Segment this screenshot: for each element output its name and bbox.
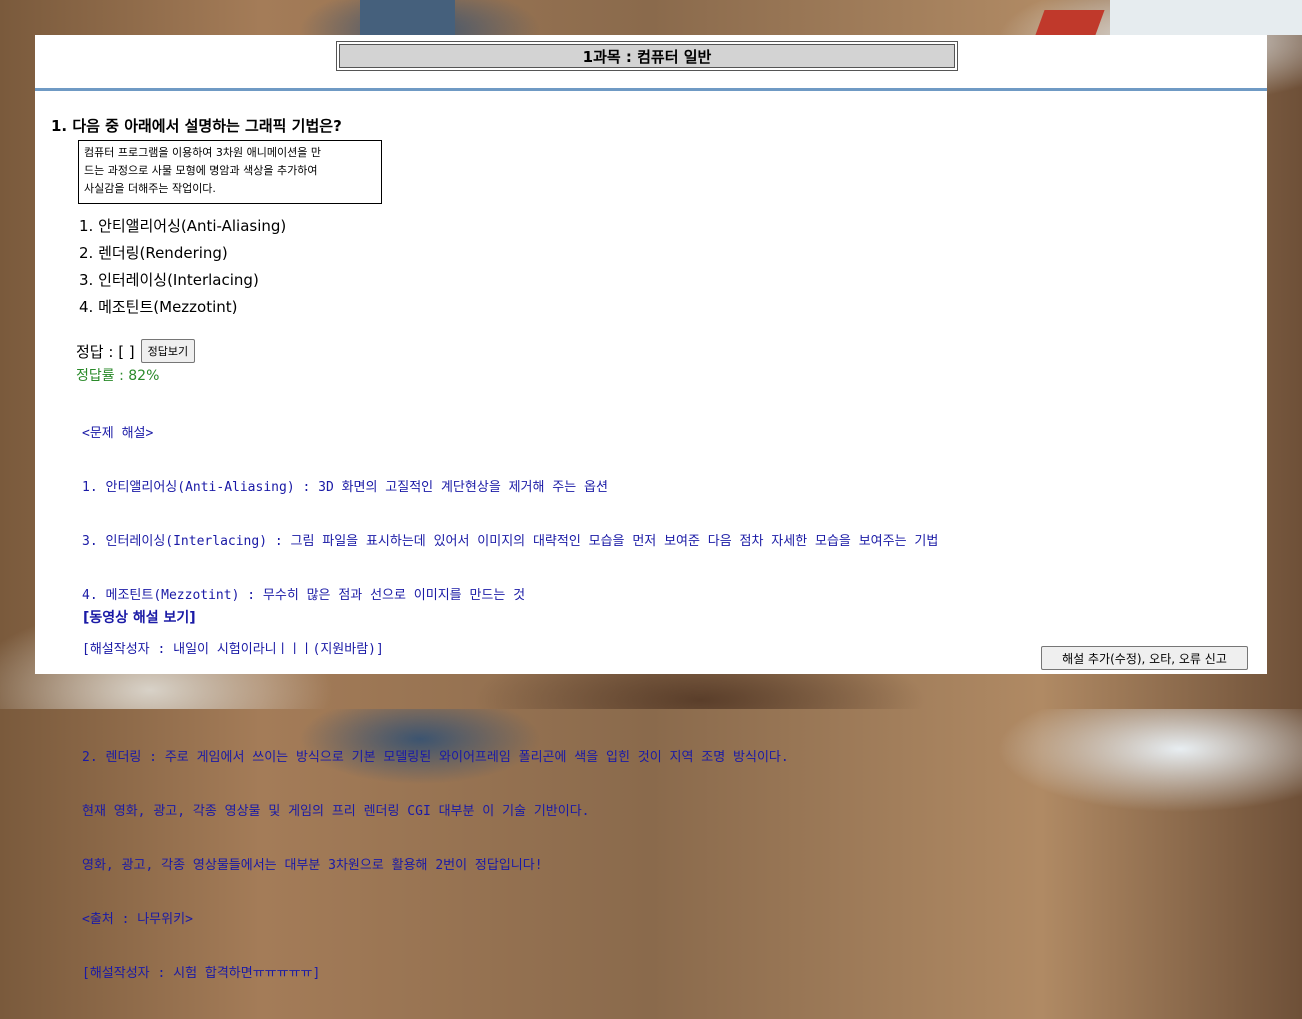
show-answer-button[interactable]: 정답보기 bbox=[140, 339, 196, 363]
background-light-object bbox=[1110, 0, 1302, 35]
explanation-line: 2. 렌더링 : 주로 게임에서 쓰이는 방식으로 기본 모델링된 와이어프레임… bbox=[82, 750, 789, 765]
video-explanation-link[interactable]: [동영상 해설 보기] bbox=[83, 607, 196, 627]
choice-3: 3. 인터레이싱(Interlacing) bbox=[79, 271, 259, 289]
background-blue-object bbox=[360, 0, 455, 35]
explanation-heading: <문제 해설> bbox=[82, 426, 154, 441]
explanation-block: <문제 해설> 1. 안티앨리어싱(Anti-Aliasing) : 3D 화면… bbox=[82, 389, 938, 1019]
background-red-object bbox=[1035, 10, 1105, 35]
passage-line: 드는 과정으로 사물 모형에 명암과 색상을 추가하여 bbox=[84, 164, 318, 177]
subject-title-frame: 1과목 : 컴퓨터 일반 bbox=[336, 41, 958, 71]
explanation-line: 현재 영화, 광고, 각종 영상물 및 게임의 프리 렌더링 CGI 대부분 이… bbox=[82, 804, 590, 819]
question-text: 1. 다음 중 아래에서 설명하는 그래픽 기법은? bbox=[51, 117, 342, 135]
passage-line: 사실감을 더해주는 작업이다. bbox=[84, 182, 216, 195]
choice-4: 4. 메조틴트(Mezzotint) bbox=[79, 298, 238, 316]
answer-row: 정답 : [ ] 정답보기 bbox=[76, 339, 196, 363]
report-error-button[interactable]: 해설 추가(수정), 오타, 오류 신고 bbox=[1041, 646, 1248, 670]
explanation-line: 영화, 광고, 각종 영상물들에서는 대부분 3차원으로 활용해 2번이 정답입… bbox=[82, 858, 543, 873]
explanation-line: 4. 메조틴트(Mezzotint) : 무수히 많은 점과 선으로 이미지를 … bbox=[82, 588, 526, 603]
choice-1: 1. 안티앨리어싱(Anti-Aliasing) bbox=[79, 217, 287, 235]
explanation-source: <출처 : 나무위키> bbox=[82, 912, 193, 927]
passage-line: 컴퓨터 프로그램을 이용하여 3차원 애니메이션을 만 bbox=[84, 146, 321, 159]
explanation-blank-line bbox=[82, 695, 938, 713]
question-passage-box: 컴퓨터 프로그램을 이용하여 3차원 애니메이션을 만 드는 과정으로 사물 모… bbox=[78, 140, 382, 204]
choice-2: 2. 렌더링(Rendering) bbox=[79, 244, 228, 262]
explanation-line: 3. 인터레이싱(Interlacing) : 그림 파일을 표시하는데 있어서… bbox=[82, 534, 939, 549]
header-divider bbox=[35, 88, 1267, 91]
subject-title: 1과목 : 컴퓨터 일반 bbox=[339, 44, 955, 68]
explanation-author: [해설작성자 : 내일이 시험이라니ㅣㅣㅣ(지원바람)] bbox=[82, 642, 384, 657]
correct-rate: 정답률 : 82% bbox=[76, 368, 160, 384]
explanation-author: [해설작성자 : 시험 합격하면ㅠㅠㅠㅠㅠ] bbox=[82, 966, 321, 981]
answer-label: 정답 : [ ] bbox=[76, 342, 135, 361]
exam-card: 1과목 : 컴퓨터 일반 1. 다음 중 아래에서 설명하는 그래픽 기법은? … bbox=[35, 35, 1267, 981]
explanation-line: 1. 안티앨리어싱(Anti-Aliasing) : 3D 화면의 고질적인 계… bbox=[82, 480, 608, 495]
